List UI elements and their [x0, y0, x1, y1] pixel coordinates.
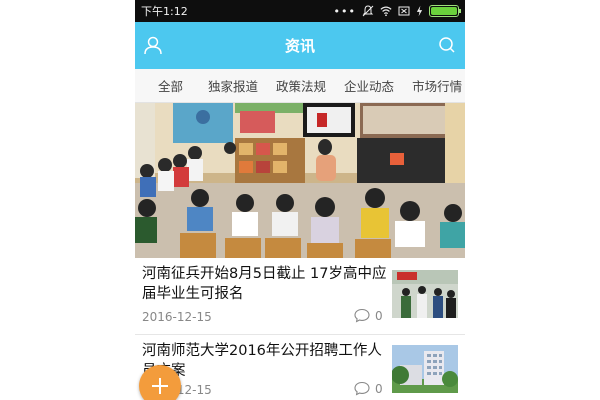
comment-count: 0 [375, 381, 383, 396]
status-time: 下午1:12 [141, 5, 188, 18]
news-item[interactable]: 河南征兵开始8月5日截止 17岁高中应届毕业生可报名 2016-12-15 0 [135, 258, 465, 335]
tab-all[interactable]: 全部 [135, 76, 199, 95]
battery-level [431, 7, 457, 15]
signal-dots-icon: ••• [333, 4, 356, 18]
classroom-photo [135, 103, 465, 258]
news-thumbnail[interactable] [392, 270, 458, 318]
category-tabs: 全部 独家报道 政策法规 企业动态 市场行情 [135, 69, 465, 103]
news-title[interactable]: 河南师范大学2016年公开招聘工作人员方案 [142, 341, 387, 381]
battery-tip [459, 9, 461, 13]
news-title[interactable]: 河南征兵开始8月5日截止 17岁高中应届毕业生可报名 [142, 264, 387, 304]
comment-icon [354, 308, 370, 323]
phone-screen: 下午1:12 ••• 资讯 全部 独家报道 政策法规 企业动态 市场行情 河南征… [135, 0, 465, 400]
sim-icon [398, 6, 410, 16]
app-header: 资讯 [135, 22, 465, 69]
comment-count: 0 [375, 308, 383, 323]
news-comment-count[interactable]: 0 [354, 381, 383, 396]
wifi-icon [380, 6, 392, 17]
comment-icon [354, 381, 370, 396]
charging-icon [416, 5, 423, 17]
add-button[interactable] [139, 365, 181, 400]
tab-exclusive[interactable]: 独家报道 [199, 76, 267, 95]
user-icon[interactable] [143, 35, 163, 55]
university-building-photo [392, 345, 458, 393]
news-item[interactable]: 河南师范大学2016年公开招聘工作人员方案 2016-12-15 0 [135, 335, 465, 400]
status-icons: ••• [333, 4, 461, 18]
recruitment-photo [392, 270, 458, 318]
status-bar: 下午1:12 ••• [135, 0, 465, 22]
page-title: 资讯 [284, 37, 315, 55]
news-thumbnail[interactable] [392, 345, 458, 393]
tab-policy[interactable]: 政策法规 [267, 76, 335, 95]
news-comment-count[interactable]: 0 [354, 308, 383, 323]
news-date: 2016-12-15 [142, 310, 212, 324]
plus-icon [152, 378, 168, 394]
mute-icon [362, 5, 374, 17]
search-icon[interactable] [437, 35, 457, 55]
hero-image[interactable] [135, 103, 465, 258]
tab-market[interactable]: 市场行情 [403, 76, 465, 95]
tab-company[interactable]: 企业动态 [335, 76, 403, 95]
battery-icon [429, 5, 461, 17]
